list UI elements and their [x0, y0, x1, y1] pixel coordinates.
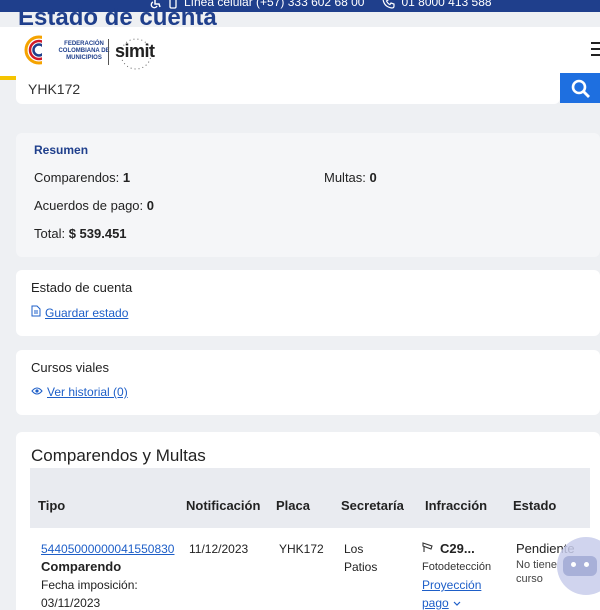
hamburger-menu-icon[interactable] [591, 42, 600, 60]
payment-projection-link[interactable]: Proyección [422, 576, 491, 594]
notification-date: 11/12/2023 [189, 542, 249, 556]
col-estado: Estado [513, 498, 557, 513]
infraction-code[interactable]: C29... [440, 540, 475, 558]
imposition-date: 03/11/2023 [41, 596, 101, 610]
secretaria-line-2: Patios [344, 560, 378, 574]
acuerdos-count: Acuerdos de pago: 0 [34, 198, 154, 213]
account-status-title: Estado de cuenta [31, 280, 133, 295]
imposition-date-label: Fecha imposición: [41, 578, 138, 592]
org-name: FEDERACIÓN COLOMBIANA DE MUNICIPIOS [58, 41, 110, 61]
brand-logo[interactable]: simit [115, 41, 155, 62]
landline-number[interactable]: 01 8000 413 588 [401, 0, 491, 9]
phone-icon [382, 0, 396, 9]
secretaria-line-1: Los [344, 542, 364, 556]
multas-label: Multas: [324, 170, 366, 185]
fine-number-cell: 54405000000041550830 Comparendo Fecha im… [41, 540, 174, 610]
comparendos-label: Comparendos: [34, 170, 120, 185]
col-placa: Placa [276, 498, 310, 513]
summary-title: Resumen [34, 143, 89, 157]
courses-title: Cursos viales [31, 360, 110, 375]
view-history-label[interactable]: Ver historial (0) [47, 385, 128, 399]
infraction-type: Fotodetección [422, 561, 492, 573]
total-value: $ 539.451 [68, 226, 127, 241]
fines-card: Comparendos y Multas Tipo Notificación P… [16, 432, 600, 610]
robot-icon [563, 556, 597, 576]
courses-card: Cursos viales Ver historial (0) [16, 350, 600, 415]
total-label: Total: [34, 226, 66, 241]
chevron-down-icon[interactable] [453, 594, 461, 610]
summary-card: Resumen Comparendos: 1 Multas: 0 Acuerdo… [16, 133, 600, 257]
comparendos-value: 1 [122, 170, 131, 185]
col-secretaria: Secretaría [341, 498, 404, 513]
multas-count: Multas: 0 [324, 170, 377, 185]
comparendos-count: Comparendos: 1 [34, 170, 130, 185]
eye-icon [31, 385, 43, 399]
view-history-link[interactable]: Ver historial (0) [31, 385, 128, 399]
document-icon [31, 305, 41, 320]
payment-projection-link-2[interactable]: pago [422, 594, 449, 610]
acuerdos-label: Acuerdos de pago: [34, 198, 144, 213]
fine-type: Comparendo [41, 559, 122, 574]
save-status-link[interactable]: Guardar estado [31, 305, 128, 320]
col-infraccion: Infracción [425, 498, 488, 513]
fines-table-header: Tipo Notificación Placa Secretaría Infra… [30, 468, 590, 528]
multas-value: 0 [369, 170, 377, 185]
acuerdos-value: 0 [146, 198, 154, 213]
secretaria-cell: Los Patios [344, 540, 377, 576]
logo-divider [108, 39, 109, 65]
save-status-label[interactable]: Guardar estado [45, 306, 128, 320]
fines-title: Comparendos y Multas [31, 446, 206, 465]
col-tipo: Tipo [38, 498, 66, 513]
fine-number-link[interactable]: 54405000000041550830 [41, 540, 174, 558]
camera-icon [422, 540, 436, 558]
fcm-logo-icon[interactable] [24, 33, 56, 72]
total-amount: Total: $ 539.451 [34, 226, 127, 241]
site-header: FEDERACIÓN COLOMBIANA DE MUNICIPIOS simi… [0, 27, 600, 76]
search-button[interactable] [560, 73, 600, 103]
plate-search-input[interactable]: YHK172 [16, 71, 560, 104]
table-row: 54405000000041550830 Comparendo Fecha im… [30, 528, 600, 610]
col-notificacion: Notificación [186, 498, 261, 513]
account-status-card: Estado de cuenta Guardar estado [16, 270, 600, 336]
infraction-cell: C29... Fotodetección Proyección pago [422, 540, 491, 610]
plate-cell: YHK172 [279, 542, 324, 556]
